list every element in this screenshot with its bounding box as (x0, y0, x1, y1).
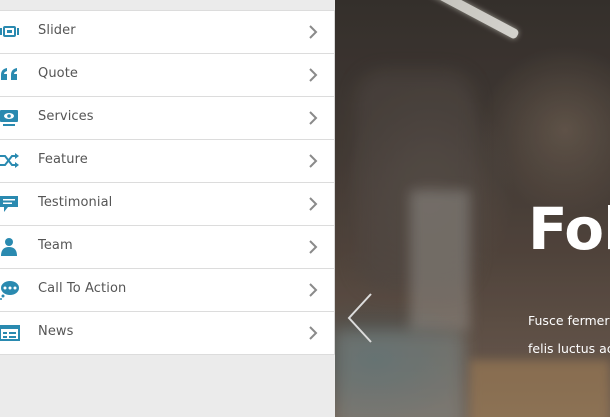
chevron-right-icon (309, 240, 318, 254)
chat-dots-icon (0, 281, 19, 300)
section-menu: Slider Quote Services Feature Testimonia… (0, 10, 335, 355)
hero-slider-preview: Fol Fusce fermer felis luctus ac (335, 0, 610, 417)
menu-item-feature[interactable]: Feature (0, 140, 334, 183)
chevron-right-icon (309, 154, 318, 168)
menu-item-label: Call To Action (38, 281, 127, 296)
shuffle-icon (0, 153, 19, 168)
menu-item-slider[interactable]: Slider (0, 10, 334, 54)
menu-item-label: Testimonial (38, 195, 113, 210)
menu-item-label: Services (38, 109, 94, 124)
menu-item-services[interactable]: Services (0, 97, 334, 140)
menu-item-testimonial[interactable]: Testimonial (0, 183, 334, 226)
slider-prev-arrow-icon[interactable] (347, 292, 375, 344)
person-icon (1, 238, 17, 256)
menu-item-quote[interactable]: Quote (0, 54, 334, 97)
speech-bubble-icon (0, 196, 18, 212)
chevron-right-icon (309, 197, 318, 211)
chevron-right-icon (309, 326, 318, 340)
monitor-icon (0, 110, 18, 126)
menu-item-label: Team (38, 238, 73, 253)
chevron-right-icon (309, 25, 318, 39)
hero-text-line-2: felis luctus ac (528, 341, 610, 356)
menu-item-team[interactable]: Team (0, 226, 334, 269)
slider-icon (0, 26, 19, 37)
sidebar-panel: Slider Quote Services Feature Testimonia… (0, 0, 335, 417)
chevron-right-icon (309, 68, 318, 82)
hero-text-line-1: Fusce fermer (528, 313, 610, 328)
hero-title: Fol (528, 195, 610, 263)
menu-item-label: Slider (38, 23, 76, 38)
quote-icon (1, 68, 17, 80)
menu-item-label: News (38, 324, 74, 339)
chevron-right-icon (309, 283, 318, 297)
menu-item-call-to-action[interactable]: Call To Action (0, 269, 334, 312)
news-grid-icon (0, 325, 20, 341)
menu-item-news[interactable]: News (0, 312, 334, 355)
menu-item-label: Quote (38, 66, 79, 81)
chevron-right-icon (309, 111, 318, 125)
menu-item-label: Feature (38, 152, 88, 167)
